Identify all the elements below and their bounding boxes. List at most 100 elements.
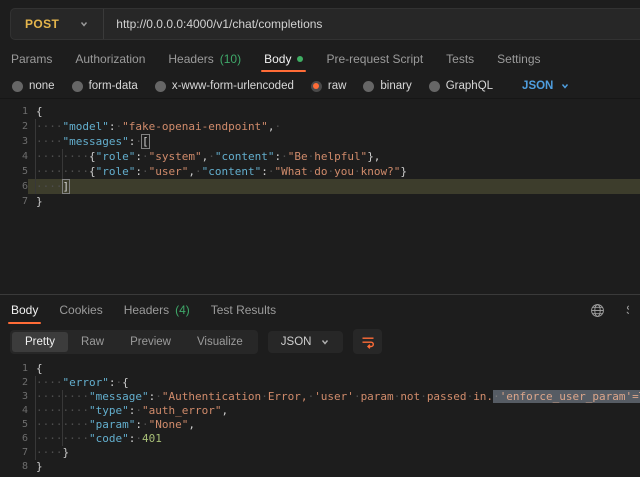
request-body-editor[interactable]: 1{2····"model":·"fake-openai-endpoint",·… [0,98,640,294]
line-content: } [28,194,640,209]
line-number: 3 [0,134,28,149]
line-number: 5 [0,418,28,432]
method-dropdown[interactable]: POST [11,9,103,39]
code-token: do [314,165,327,178]
code-token: ···· [36,135,63,148]
code-token: : [135,165,142,178]
code-line: 1{ [0,362,640,376]
code-token: "content" [202,165,262,178]
code-token: · [142,150,149,163]
view-tab-visualize[interactable]: Visualize [184,332,256,352]
code-token: Error, [268,390,308,403]
line-content: ········"type":·"auth_error", [28,404,640,418]
request-url-bar: POST [10,8,640,40]
body-type-graphql[interactable]: GraphQL [429,80,493,92]
line-number: 2 [0,119,28,134]
indent-guide [35,119,36,194]
tab-label: Pre-request Script [326,52,423,66]
line-number: 5 [0,164,28,179]
view-tab-pretty[interactable]: Pretty [12,332,68,352]
tab-label: Tests [446,52,474,66]
raw-language-select[interactable]: JSON [522,80,570,92]
code-token: } [36,460,43,473]
response-body-editor[interactable]: 1{2····"error":·{3········"message":·"Au… [0,357,640,477]
code-token: "model" [63,120,109,133]
code-token: "fake-openai-endpoint" [122,120,268,133]
code-token: you [334,165,354,178]
code-token: ···· [36,120,63,133]
code-token: 401 [142,432,162,445]
line-content: ········{"role":·"user",·"content":·"Wha… [28,164,640,179]
view-tab-preview[interactable]: Preview [117,332,184,352]
body-type-row: none form-data x-www-form-urlencoded raw bin… [0,74,640,98]
tab-body[interactable]: Body [264,46,303,72]
code-token: { [122,376,129,389]
code-token: "What [274,165,307,178]
code-token: "code" [89,432,129,445]
tab-headers[interactable]: Headers (10) [168,46,241,72]
code-token: ···· [36,376,63,389]
code-token: · [142,165,149,178]
tab-params[interactable]: Params [11,46,52,72]
tab-test-results[interactable]: Test Results [211,296,276,324]
body-type-none[interactable]: none [12,80,55,92]
code-token: "error" [63,376,109,389]
code-token: · [195,165,202,178]
code-token: · [493,390,500,403]
tab-authorization[interactable]: Authorization [75,46,145,72]
tab-count: (10) [220,52,241,66]
tab-settings[interactable]: Settings [497,46,540,72]
code-token: }, [367,150,380,163]
code-token: ···· [36,446,63,459]
code-token: } [36,195,43,208]
body-type-binary[interactable]: binary [363,80,411,92]
line-number: 7 [0,194,28,209]
code-token: { [89,165,96,178]
line-content: ········"param":·"None", [28,418,640,432]
response-language-select[interactable]: JSON [268,331,344,353]
radio-icon [12,81,23,92]
code-token: · [281,150,288,163]
tab-body[interactable]: Body [11,296,38,324]
response-section-separator [0,294,640,295]
code-token: "message" [89,390,149,403]
code-token: · [420,390,427,403]
code-token: know?" [361,165,401,178]
tab-label: Test Results [211,303,276,317]
line-number: 2 [0,376,28,390]
tab-cookies[interactable]: Cookies [59,296,102,324]
code-line: 5········"param":·"None", [0,418,640,432]
code-line: 3········"message":·"Authentication·Erro… [0,390,640,404]
body-type-form-data[interactable]: form-data [72,80,138,92]
code-token: : [135,418,142,431]
code-token: · [208,150,215,163]
view-tab-raw[interactable]: Raw [68,332,117,352]
code-token: · [354,390,361,403]
code-line: 6········"code":·401 [0,432,640,446]
code-token: "None" [149,418,189,431]
code-token: · [135,432,142,445]
line-number: 1 [0,104,28,119]
line-number: 8 [0,460,28,474]
code-token: not [400,390,420,403]
code-line: 1{ [0,104,640,119]
code-line: 5········{"role":·"user",·"content":·"Wh… [0,164,640,179]
tab-label: Cookies [59,303,102,317]
tab-tests[interactable]: Tests [446,46,474,72]
tab-label: Headers [168,52,213,66]
tab-label: Body [11,303,38,317]
code-token: { [36,105,43,118]
network-info-button[interactable] [590,303,605,318]
tab-pre-request-script[interactable]: Pre-request Script [326,46,423,72]
tab-headers[interactable]: Headers(4) [124,296,190,324]
url-input[interactable] [104,16,640,32]
line-content: ····] [28,179,640,194]
line-number: 4 [0,404,28,418]
wrap-text-button[interactable] [353,329,382,354]
code-token: · [354,165,361,178]
body-type-x-www-form-urlencoded[interactable]: x-www-form-urlencoded [155,80,294,92]
radio-label: raw [328,80,347,92]
body-type-raw[interactable]: raw [311,80,347,92]
status-text-fragment: S [626,303,629,317]
response-tabs: Body Cookies Headers(4) Test Results S [0,296,640,324]
